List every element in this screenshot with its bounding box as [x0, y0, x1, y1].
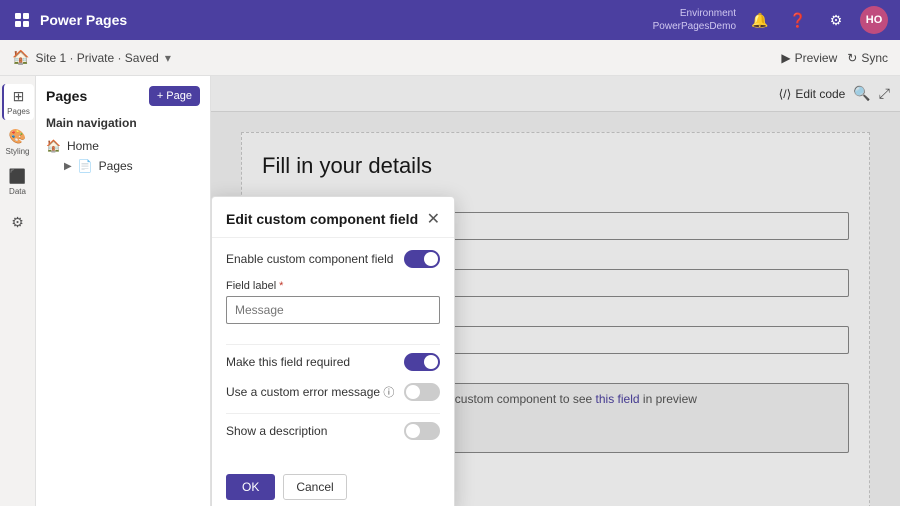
pages-header: Pages + Page — [46, 86, 200, 106]
show-description-row: Show a description — [226, 422, 440, 440]
topbar: Power Pages Environment PowerPagesDemo 🔔… — [0, 0, 900, 40]
pages-icon: ⊞ — [13, 88, 25, 105]
show-description-toggle[interactable] — [404, 422, 440, 440]
make-required-toggle[interactable] — [404, 353, 440, 371]
field-label-required: * — [279, 280, 283, 292]
content-area: ⟨/⟩ Edit code 🔍 ⤢ Fill in your details N… — [211, 76, 900, 506]
field-label-section-title: Field label * — [226, 280, 440, 292]
app-logo-icon — [12, 10, 32, 30]
sidebar-data-label: Data — [9, 187, 26, 196]
modal-title: Edit custom component field — [226, 211, 418, 227]
info-icon[interactable]: ⓘ — [383, 387, 394, 399]
show-description-toggle-dot — [406, 424, 420, 438]
site-info: Site 1 · Private · Saved — [35, 51, 158, 65]
sync-icon: ↻ — [847, 51, 857, 65]
make-required-label: Make this field required — [226, 355, 350, 369]
custom-error-toggle[interactable] — [404, 383, 440, 401]
chevron-icon: ▶ — [64, 161, 72, 172]
make-required-toggle-dot — [424, 355, 438, 369]
nav-pages-label: Pages — [99, 159, 133, 173]
enable-toggle[interactable] — [404, 250, 440, 268]
styling-icon: 🎨 — [9, 128, 26, 145]
field-label-text: Field label — [226, 280, 276, 292]
preview-label: Preview — [795, 51, 838, 65]
more-icon: ⚙ — [11, 214, 24, 231]
env-name: PowerPagesDemo — [653, 20, 736, 33]
pages-title: Pages — [46, 88, 87, 104]
secondbar-left: 🏠 Site 1 · Private · Saved ▾ — [12, 49, 773, 66]
modal-ok-button[interactable]: OK — [226, 474, 275, 500]
secondbar: 🏠 Site 1 · Private · Saved ▾ ▶ Preview ↻… — [0, 40, 900, 76]
field-label-input[interactable] — [226, 296, 440, 324]
sidebar-pages-label: Pages — [7, 107, 30, 116]
nav-section-title: Main navigation — [46, 116, 200, 130]
field-label-section: Field label * — [226, 280, 440, 336]
custom-error-row: Use a custom error message ⓘ — [226, 383, 440, 401]
enable-toggle-dot — [424, 252, 438, 266]
avatar[interactable]: HO — [860, 6, 888, 34]
main-layout: ⊞ Pages 🎨 Styling ⬛ Data ⚙ Pages + Page … — [0, 76, 900, 506]
sidebar-item-styling[interactable]: 🎨 Styling — [2, 124, 34, 160]
edit-component-modal: Edit custom component field ✕ Enable cus… — [211, 196, 455, 506]
add-page-button[interactable]: + Page — [149, 86, 200, 106]
modal-footer: OK Cancel — [212, 464, 454, 506]
show-description-label: Show a description — [226, 424, 327, 438]
data-icon: ⬛ — [9, 168, 26, 185]
nav-item-pages[interactable]: ▶ 📄 Pages — [46, 156, 200, 176]
sidebar-item-data[interactable]: ⬛ Data — [2, 164, 34, 200]
modal-divider-2 — [226, 413, 440, 414]
enable-row: Enable custom component field — [226, 250, 440, 268]
modal-close-button[interactable]: ✕ — [427, 209, 440, 229]
modal-cancel-button[interactable]: Cancel — [283, 474, 346, 500]
preview-icon: ▶ — [781, 51, 790, 65]
env-label: Environment — [680, 7, 736, 20]
enable-label: Enable custom component field — [226, 252, 393, 266]
chevron-down-icon: ▾ — [165, 51, 171, 65]
settings-icon[interactable]: ⚙ — [822, 6, 850, 34]
modal-body: Enable custom component field Field labe… — [212, 238, 454, 464]
preview-button[interactable]: ▶ Preview — [781, 51, 837, 65]
nav-item-home[interactable]: 🏠 Home — [46, 136, 200, 156]
pages-nav-icon: 📄 — [78, 159, 93, 173]
make-required-row: Make this field required — [226, 353, 440, 371]
sidebar: ⊞ Pages 🎨 Styling ⬛ Data ⚙ — [0, 76, 36, 506]
pages-panel: Pages + Page Main navigation 🏠 Home ▶ 📄 … — [36, 76, 211, 506]
sidebar-styling-label: Styling — [5, 147, 29, 156]
app-title: Power Pages — [40, 12, 645, 28]
modal-divider-1 — [226, 344, 440, 345]
secondbar-right: ▶ Preview ↻ Sync — [781, 51, 888, 65]
sync-button[interactable]: ↻ Sync — [847, 51, 888, 65]
home-nav-icon: 🏠 — [46, 139, 61, 153]
env-info: Environment PowerPagesDemo — [653, 7, 736, 33]
topbar-right: Environment PowerPagesDemo 🔔 ❓ ⚙ HO — [653, 6, 888, 34]
modal-header: Edit custom component field ✕ — [212, 197, 454, 238]
sidebar-item-more[interactable]: ⚙ — [2, 204, 34, 240]
custom-error-label: Use a custom error message ⓘ — [226, 384, 394, 400]
help-icon[interactable]: ❓ — [784, 6, 812, 34]
notification-icon[interactable]: 🔔 — [746, 6, 774, 34]
sync-label: Sync — [861, 51, 888, 65]
modal-overlay: Edit custom component field ✕ Enable cus… — [211, 76, 900, 506]
home-icon[interactable]: 🏠 — [12, 49, 29, 66]
sidebar-item-pages[interactable]: ⊞ Pages — [2, 84, 34, 120]
nav-home-label: Home — [67, 139, 99, 153]
custom-error-toggle-dot — [406, 385, 420, 399]
